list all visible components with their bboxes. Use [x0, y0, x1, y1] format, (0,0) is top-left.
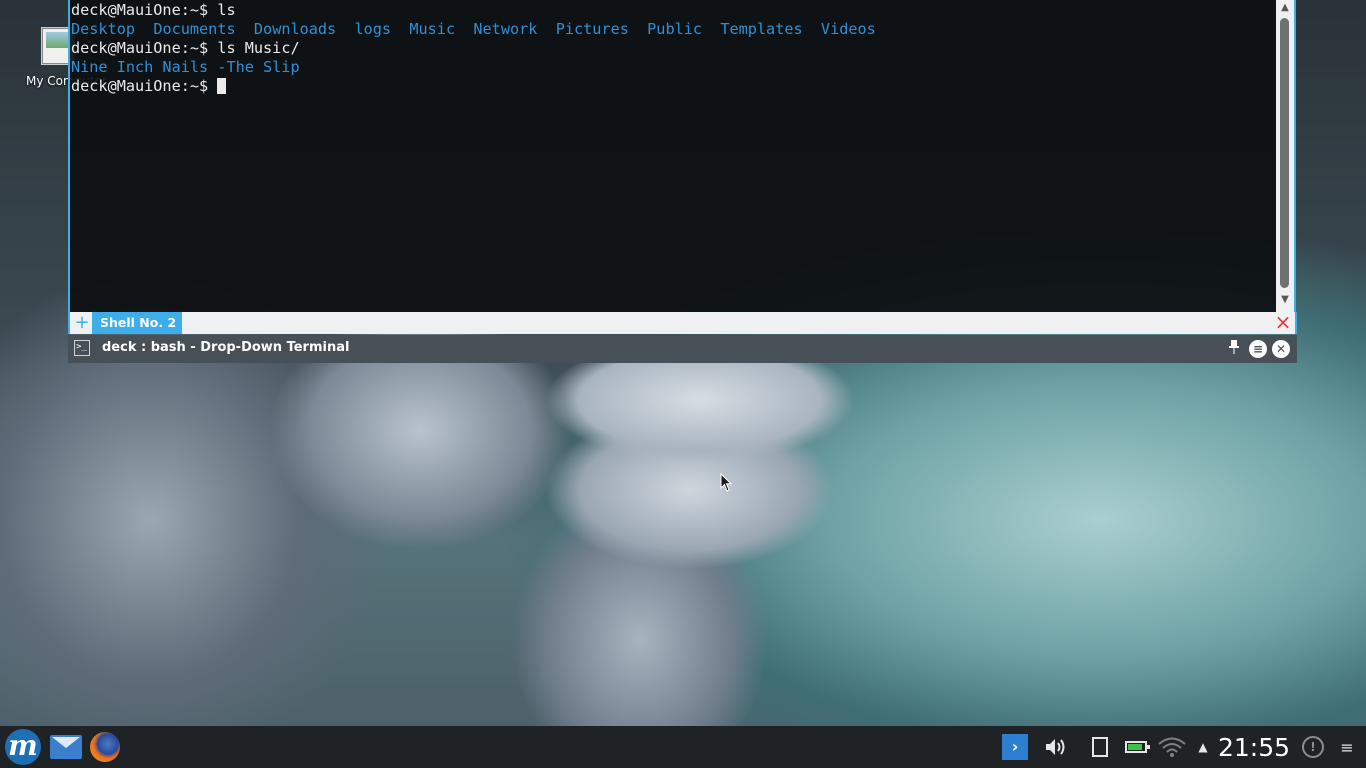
battery-icon[interactable]	[1122, 726, 1150, 768]
menu-icon[interactable]: ≡	[1249, 340, 1267, 358]
terminal-tab-bar: + Shell No. 2 ×	[68, 312, 1297, 334]
clipboard-shape	[1092, 737, 1108, 757]
text-cursor	[217, 78, 227, 94]
notifications-ring: !	[1302, 736, 1324, 758]
terminal-line: deck@MauiOne:~$ ls Music/	[71, 39, 300, 57]
firefox-icon	[90, 732, 120, 762]
scrollbar-thumb[interactable]	[1280, 18, 1289, 288]
maui-launcher-icon: m	[5, 729, 41, 765]
terminal-line: deck@MauiOne:~$ ls	[71, 1, 236, 19]
window-title: deck : bash - Drop-Down Terminal	[102, 340, 350, 355]
close-window-icon[interactable]: ✕	[1272, 340, 1290, 358]
wifi-icon[interactable]	[1156, 726, 1188, 768]
terminal-output[interactable]: deck@MauiOne:~$ ls Desktop Documents Dow…	[68, 0, 1276, 312]
clipboard-icon[interactable]	[1088, 726, 1112, 768]
terminal-title-bar: >_ deck : bash - Drop-Down Terminal ≡ ✕	[68, 335, 1297, 363]
expand-tray-icon[interactable]: ▲	[1194, 726, 1212, 768]
clock[interactable]: 21:55	[1214, 726, 1294, 768]
new-tab-icon[interactable]: +	[72, 314, 92, 332]
volume-icon[interactable]	[1042, 726, 1070, 768]
terminal-line: Nine Inch Nails -The Slip	[71, 58, 300, 76]
panel-menu-icon[interactable]: ≡	[1334, 726, 1360, 768]
battery-level	[1125, 741, 1150, 753]
firefox-launcher-button[interactable]	[86, 726, 124, 768]
mail-icon	[50, 735, 82, 759]
notifications-icon[interactable]: !	[1298, 726, 1328, 768]
tab-shell-2[interactable]: Shell No. 2	[92, 312, 183, 334]
taskbar: m › ▲ 21:55 ! ≡	[0, 726, 1366, 768]
pin-icon[interactable]	[1225, 340, 1243, 358]
terminal-app-icon: >_	[74, 340, 90, 356]
close-tab-icon[interactable]: ×	[1274, 312, 1292, 332]
terminal-line: Desktop Documents Downloads logs Music N…	[71, 20, 876, 38]
terminal-icon: ›	[1002, 734, 1028, 760]
terminal-line-current: deck@MauiOne:~$	[71, 77, 1276, 96]
mail-launcher-button[interactable]	[47, 726, 85, 768]
terminal-task-button[interactable]: ›	[1000, 726, 1030, 768]
scroll-up-icon[interactable]: ▲	[1276, 0, 1294, 16]
scroll-down-icon[interactable]: ▼	[1276, 292, 1294, 308]
terminal-scrollbar[interactable]: ▲ ▼	[1276, 0, 1296, 312]
application-launcher-button[interactable]: m	[2, 726, 44, 768]
drop-down-terminal: deck@MauiOne:~$ ls Desktop Documents Dow…	[68, 0, 1297, 363]
